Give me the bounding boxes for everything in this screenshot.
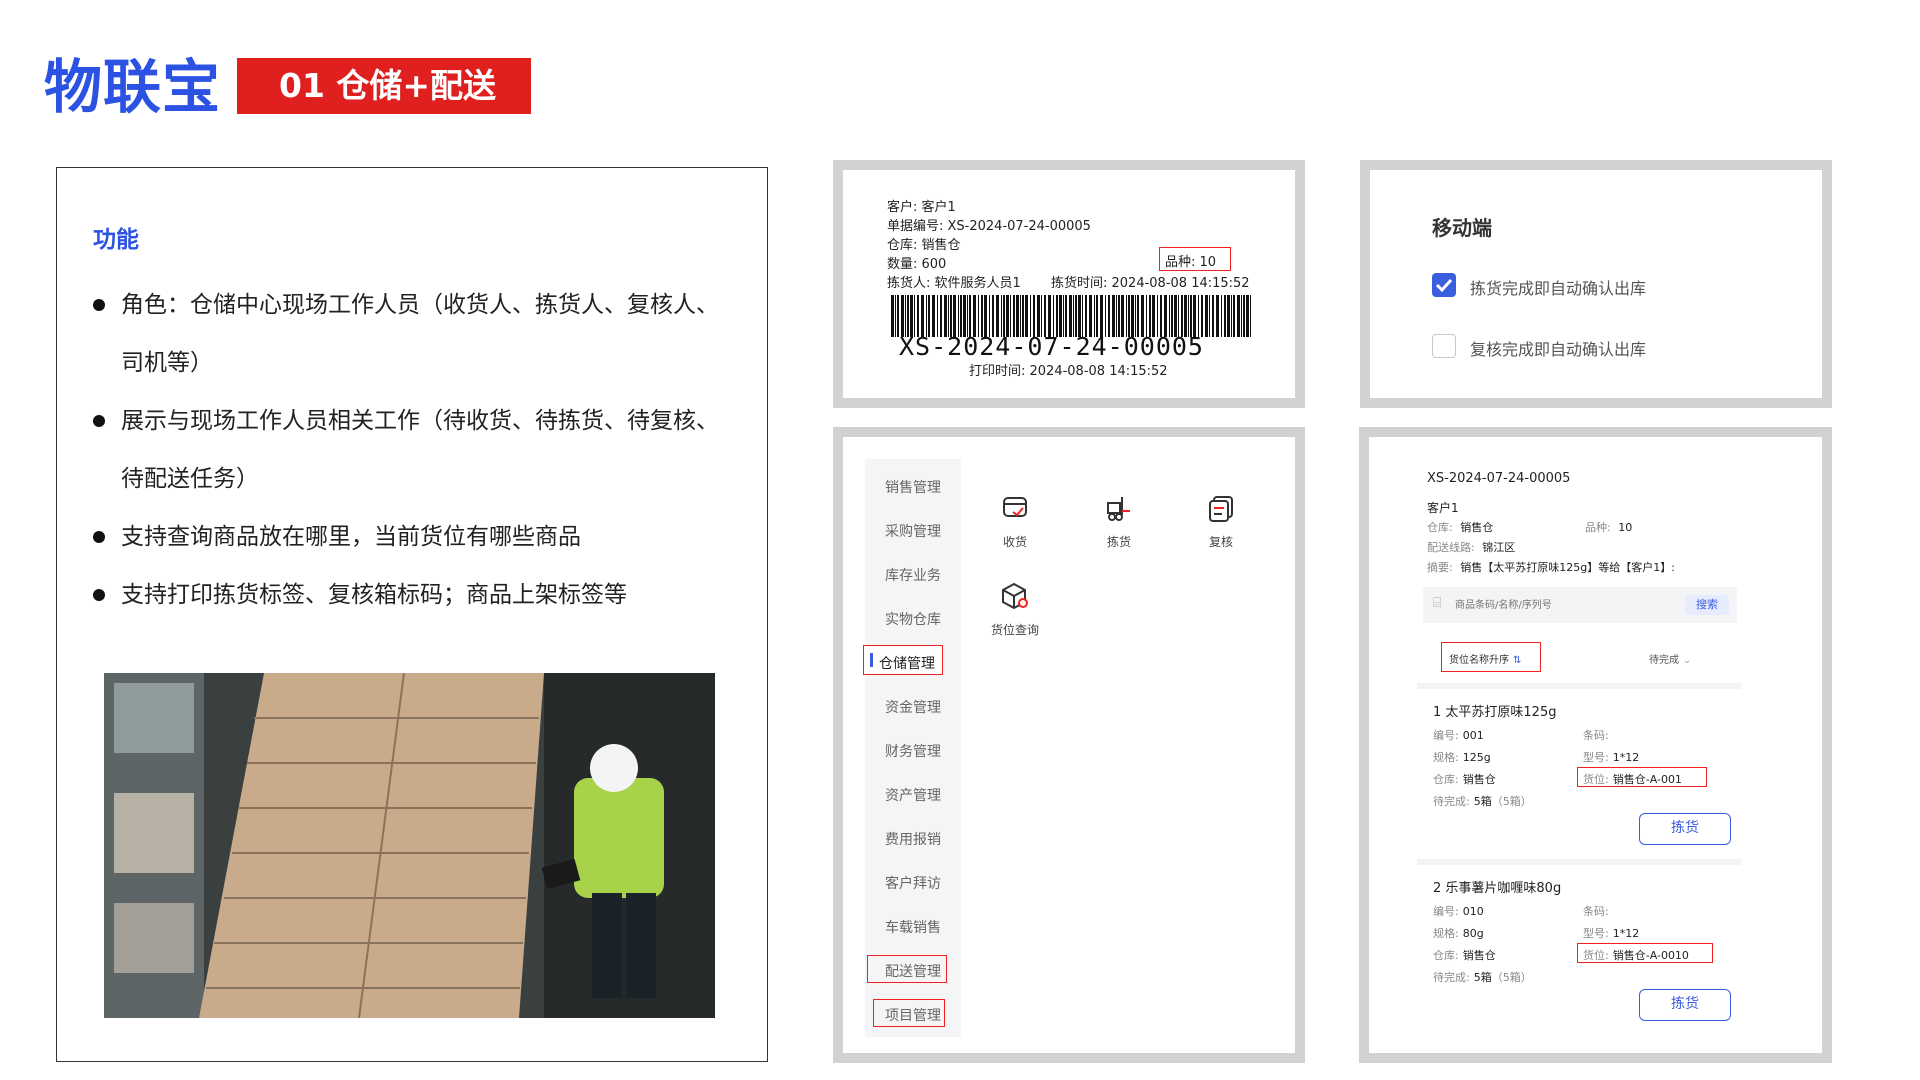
feature-bullet: 支持打印拣货标签、复核箱标码；商品上架标签等 xyxy=(93,566,733,624)
mobile-settings: 移动端 拣货完成即自动确认出库 复核完成即自动确认出库 xyxy=(1360,160,1832,408)
barcode-number: XS-2024-07-24-00005 xyxy=(899,332,1204,361)
menu-item-funds[interactable]: 资金管理 xyxy=(885,697,941,717)
features-list: 角色：仓储中心现场工作人员（收货人、拣货人、复核人、司机等） 展示与现场工作人员… xyxy=(93,276,733,624)
search-button[interactable]: 搜索 xyxy=(1685,595,1729,615)
active-indicator xyxy=(870,653,873,667)
bullet-dot-icon xyxy=(93,299,105,311)
action-review[interactable]: 复核 xyxy=(1191,493,1251,550)
menu-item-customer-visit[interactable]: 客户拜访 xyxy=(885,873,941,893)
bullet-dot-icon xyxy=(93,415,105,427)
item-location: 销售仓-A-001 xyxy=(1612,773,1682,786)
item-barcode: 条码: xyxy=(1583,729,1609,742)
menu-item-delivery[interactable]: 配送管理 xyxy=(885,961,941,981)
auto-confirm-review-checkbox[interactable] xyxy=(1432,334,1456,358)
scan-icon: ⌸ xyxy=(1433,595,1442,611)
task-warehouse: 销售仓 xyxy=(1460,521,1494,534)
chevron-down-icon: ⌄ xyxy=(1683,655,1692,666)
menu-item-finance[interactable]: 财务管理 xyxy=(885,741,941,761)
pick-task-detail: XS-2024-07-24-00005 客户1 仓库: 销售仓 品种: 10 配… xyxy=(1359,427,1832,1063)
label-variety: 品种: 10 xyxy=(1165,255,1217,270)
receive-icon xyxy=(1003,497,1027,517)
label-doc-no: 单据编号: XS-2024-07-24-00005 xyxy=(887,219,1091,234)
menu-item-vehicle-sales[interactable]: 车载销售 xyxy=(885,917,941,937)
search-input[interactable] xyxy=(1455,594,1655,616)
feature-bullet: 角色：仓储中心现场工作人员（收货人、拣货人、复核人、司机等） xyxy=(93,276,733,392)
item-barcode: 条码: xyxy=(1583,905,1609,918)
label-warehouse: 仓库: 销售仓 xyxy=(887,238,961,253)
action-pick[interactable]: 拣货 xyxy=(1089,493,1149,550)
item-title: 2 乐事薯片咖喱味80g xyxy=(1433,881,1562,896)
barcode xyxy=(891,295,1251,337)
menu-item-expense[interactable]: 费用报销 xyxy=(885,829,941,849)
list-item: 1 太平苏打原味125g 编号: 001 条码: 规格: 125g 型号: 1*12 … xyxy=(1417,683,1741,851)
brand-title: 物联宝 xyxy=(44,53,222,121)
auto-confirm-pick-label: 拣货完成即自动确认出库 xyxy=(1470,279,1647,298)
pick-button[interactable]: 拣货 xyxy=(1639,813,1731,845)
label-customer: 客户: 客户1 xyxy=(887,200,956,215)
label-picker: 拣货人: 软件服务人员1 xyxy=(887,276,1021,291)
action-receive[interactable]: 收货 xyxy=(985,493,1045,550)
task-variety: 10 xyxy=(1618,521,1633,534)
menu-item-assets[interactable]: 资产管理 xyxy=(885,785,941,805)
menu-item-inventory[interactable]: 库存业务 xyxy=(885,565,941,585)
item-location: 销售仓-A-0010 xyxy=(1612,949,1689,962)
features-panel: 功能 角色：仓储中心现场工作人员（收货人、拣货人、复核人、司机等） 展示与现场工… xyxy=(56,167,768,1062)
search-bar: ⌸ 搜索 xyxy=(1423,587,1737,623)
review-icon xyxy=(1209,496,1233,522)
section-badge: 01 仓储+配送 xyxy=(237,58,531,114)
auto-confirm-pick-checkbox[interactable] xyxy=(1432,273,1456,297)
check-icon xyxy=(1435,278,1453,293)
features-title: 功能 xyxy=(93,227,139,253)
menu-item-project[interactable]: 项目管理 xyxy=(885,1005,941,1025)
feature-bullet: 展示与现场工作人员相关工作（待收货、待拣货、待复核、待配送任务） xyxy=(93,392,733,508)
bullet-dot-icon xyxy=(93,589,105,601)
warehouse-photo xyxy=(104,673,715,1018)
pick-button[interactable]: 拣货 xyxy=(1639,989,1731,1021)
task-doc-no: XS-2024-07-24-00005 xyxy=(1427,471,1571,486)
menu-item-purchase[interactable]: 采购管理 xyxy=(885,521,941,541)
action-location-query[interactable]: 货位查询 xyxy=(973,581,1057,638)
menu-item-storage[interactable]: 仓储管理 xyxy=(879,653,935,673)
task-summary: 销售【太平苏打原味125g】等给【客户1】: xyxy=(1460,561,1675,574)
item-title: 1 太平苏打原味125g xyxy=(1433,705,1557,720)
bullet-dot-icon xyxy=(93,531,105,543)
list-item: 2 乐事薯片咖喱味80g 编号: 010 条码: 规格: 80g 型号: 1*12 仓… xyxy=(1417,859,1741,1027)
mobile-title: 移动端 xyxy=(1432,216,1492,240)
warehouse-menu: 销售管理 采购管理 库存业务 实物仓库 仓储管理 资金管理 财务管理 资产管理 … xyxy=(833,427,1305,1063)
label-quantity: 数量: 600 xyxy=(887,257,947,272)
forklift-icon xyxy=(1107,497,1130,521)
feature-bullet: 支持查询商品放在哪里，当前货位有哪些商品 xyxy=(93,508,733,566)
menu-item-sales[interactable]: 销售管理 xyxy=(885,477,941,497)
sort-by-location[interactable]: 货位名称升序 ⇅ xyxy=(1449,651,1521,666)
box-search-icon xyxy=(1002,582,1028,610)
status-filter[interactable]: 待完成 ⌄ xyxy=(1649,651,1691,666)
task-customer: 客户1 xyxy=(1427,501,1459,515)
task-route: 锦江区 xyxy=(1482,541,1516,554)
pick-label-preview: 客户: 客户1 单据编号: XS-2024-07-24-00005 仓库: 销售… xyxy=(833,160,1305,408)
sort-icon: ⇅ xyxy=(1513,655,1522,666)
menu-item-physical-warehouse[interactable]: 实物仓库 xyxy=(885,609,941,629)
label-print-time: 打印时间: 2024-08-08 14:15:52 xyxy=(969,364,1168,379)
label-pick-time: 拣货时间: 2024-08-08 14:15:52 xyxy=(1051,276,1250,291)
auto-confirm-review-label: 复核完成即自动确认出库 xyxy=(1470,340,1647,359)
